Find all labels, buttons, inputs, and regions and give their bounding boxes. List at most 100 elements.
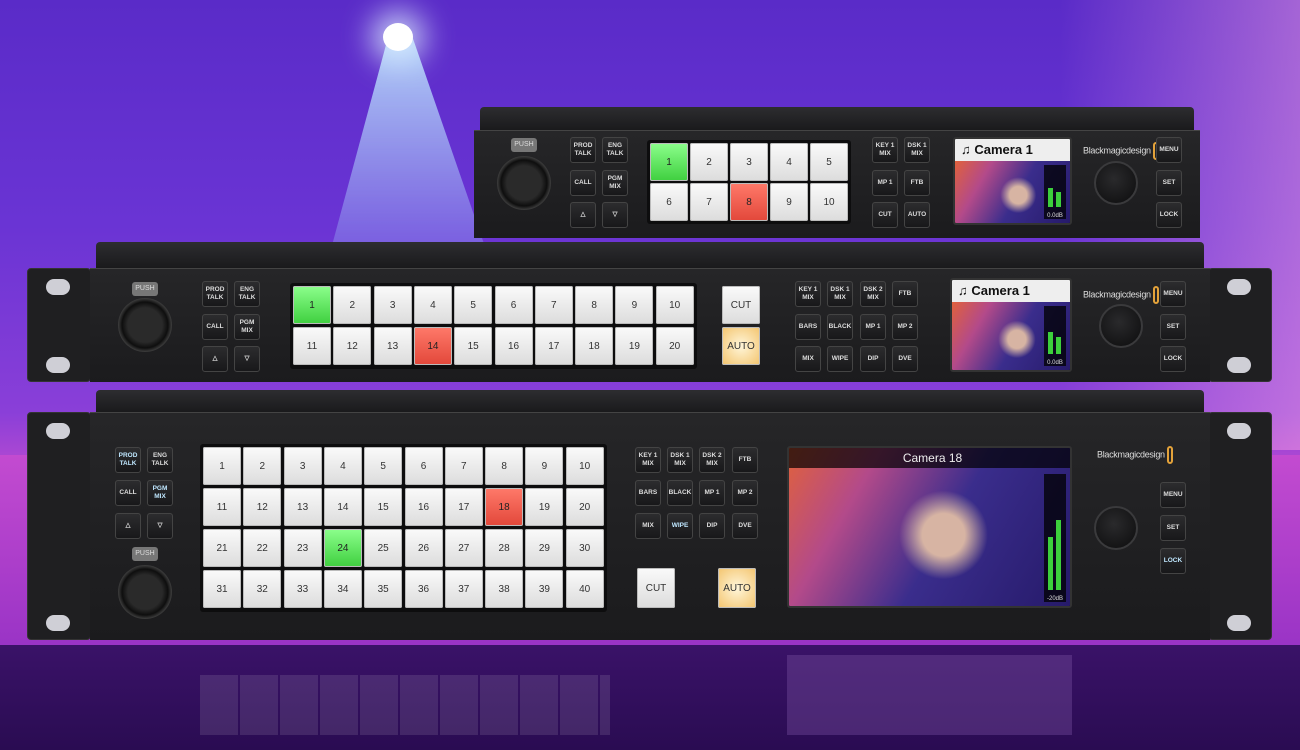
large-source-button-20[interactable]: 20	[565, 488, 604, 526]
small-xlr-push-latch[interactable]: PUSH	[511, 138, 537, 152]
large-source-button-27[interactable]: 27	[444, 529, 483, 567]
medium-transition-button[interactable]: WIPE	[827, 346, 853, 372]
small-source-button-2[interactable]: 2	[690, 143, 728, 181]
large-auto-button[interactable]: AUTO	[718, 568, 756, 608]
large-source-button-35[interactable]: 35	[364, 570, 403, 608]
large-source-button-2[interactable]: 2	[243, 447, 282, 485]
medium-source-button-18[interactable]: 18	[575, 327, 614, 365]
large-source-button-37[interactable]: 37	[444, 570, 483, 608]
medium-talk-button[interactable]: ▽	[234, 346, 260, 372]
small-transition-button[interactable]: FTB	[904, 170, 930, 196]
small-talk-button[interactable]: PGM MIX	[602, 170, 628, 196]
large-talk-button[interactable]: CALL	[115, 480, 141, 506]
medium-transition-button[interactable]: DVE	[892, 346, 918, 372]
large-source-button-1[interactable]: 1	[203, 447, 241, 485]
large-source-button-31[interactable]: 31	[203, 570, 241, 608]
small-source-button-1[interactable]: 1	[650, 143, 688, 181]
large-talk-button[interactable]: ENG TALK	[147, 447, 173, 473]
medium-source-button-10[interactable]: 10	[655, 286, 694, 324]
large-menu-button-set[interactable]: SET	[1160, 515, 1186, 541]
small-transition-button[interactable]: CUT	[872, 202, 898, 228]
medium-talk-button[interactable]: CALL	[202, 314, 228, 340]
large-talk-button[interactable]: PGM MIX	[147, 480, 173, 506]
large-source-button-22[interactable]: 22	[243, 529, 282, 567]
large-transition-button[interactable]: BARS	[635, 480, 661, 506]
large-source-button-18[interactable]: 18	[485, 488, 524, 526]
large-talk-button[interactable]: △	[115, 513, 141, 539]
medium-transition-button[interactable]: MP 1	[860, 314, 886, 340]
medium-cut-button[interactable]: CUT	[722, 286, 760, 324]
small-transition-button[interactable]: KEY 1 MIX	[872, 137, 898, 163]
small-source-button-4[interactable]: 4	[770, 143, 808, 181]
medium-source-button-4[interactable]: 4	[413, 286, 452, 324]
medium-transition-button[interactable]: KEY 1 MIX	[795, 281, 821, 307]
medium-transition-button[interactable]: DSK 1 MIX	[827, 281, 853, 307]
large-source-button-33[interactable]: 33	[283, 570, 322, 608]
medium-transition-button[interactable]: BARS	[795, 314, 821, 340]
large-source-button-3[interactable]: 3	[283, 447, 322, 485]
large-source-button-30[interactable]: 30	[565, 529, 604, 567]
large-source-button-36[interactable]: 36	[404, 570, 443, 608]
large-transition-button[interactable]: DIP	[699, 513, 725, 539]
medium-source-button-17[interactable]: 17	[534, 327, 573, 365]
medium-talk-button[interactable]: PROD TALK	[202, 281, 228, 307]
small-menu-button-set[interactable]: SET	[1156, 170, 1182, 196]
large-transition-button[interactable]: DSK 1 MIX	[667, 447, 693, 473]
medium-headset-xlr-connector[interactable]	[118, 298, 172, 352]
large-source-button-32[interactable]: 32	[243, 570, 282, 608]
large-source-button-14[interactable]: 14	[323, 488, 362, 526]
large-source-button-21[interactable]: 21	[203, 529, 241, 567]
large-source-button-15[interactable]: 15	[364, 488, 403, 526]
large-transition-button[interactable]: MP 2	[732, 480, 758, 506]
medium-xlr-push-latch[interactable]: PUSH	[132, 282, 158, 296]
large-transition-button[interactable]: MIX	[635, 513, 661, 539]
large-source-button-5[interactable]: 5	[364, 447, 403, 485]
small-talk-button[interactable]: ▽	[602, 202, 628, 228]
small-transition-button[interactable]: MP 1	[872, 170, 898, 196]
medium-source-button-19[interactable]: 19	[615, 327, 654, 365]
medium-source-button-13[interactable]: 13	[373, 327, 412, 365]
medium-source-button-9[interactable]: 9	[615, 286, 654, 324]
medium-source-button-15[interactable]: 15	[454, 327, 493, 365]
large-source-button-34[interactable]: 34	[323, 570, 362, 608]
large-headset-xlr-connector[interactable]	[118, 565, 172, 619]
medium-menu-button-menu[interactable]: MENU	[1160, 281, 1186, 307]
small-control-knob[interactable]	[1094, 161, 1138, 205]
large-menu-button-menu[interactable]: MENU	[1160, 482, 1186, 508]
medium-source-button-2[interactable]: 2	[333, 286, 372, 324]
medium-source-button-5[interactable]: 5	[454, 286, 493, 324]
small-source-button-6[interactable]: 6	[650, 183, 688, 221]
large-source-button-38[interactable]: 38	[485, 570, 524, 608]
small-talk-button[interactable]: CALL	[570, 170, 596, 196]
large-source-button-26[interactable]: 26	[404, 529, 443, 567]
medium-source-button-14[interactable]: 14	[413, 327, 452, 365]
small-talk-button[interactable]: △	[570, 202, 596, 228]
large-source-button-28[interactable]: 28	[485, 529, 524, 567]
large-cut-button[interactable]: CUT	[637, 568, 675, 608]
large-source-button-39[interactable]: 39	[525, 570, 564, 608]
large-source-button-24[interactable]: 24	[323, 529, 362, 567]
medium-talk-button[interactable]: PGM MIX	[234, 314, 260, 340]
small-headset-xlr-connector[interactable]	[497, 156, 551, 210]
large-transition-button[interactable]: FTB	[732, 447, 758, 473]
medium-source-button-3[interactable]: 3	[373, 286, 412, 324]
medium-source-button-20[interactable]: 20	[655, 327, 694, 365]
small-transition-button[interactable]: DSK 1 MIX	[904, 137, 930, 163]
large-source-button-10[interactable]: 10	[565, 447, 604, 485]
large-xlr-push-latch[interactable]: PUSH	[132, 547, 158, 561]
medium-auto-button[interactable]: AUTO	[722, 327, 760, 365]
large-source-button-19[interactable]: 19	[525, 488, 564, 526]
large-transition-button[interactable]: BLACK	[667, 480, 693, 506]
medium-source-button-12[interactable]: 12	[333, 327, 372, 365]
small-source-button-5[interactable]: 5	[810, 143, 848, 181]
large-control-knob[interactable]	[1094, 506, 1138, 550]
large-transition-button[interactable]: WIPE	[667, 513, 693, 539]
large-source-button-11[interactable]: 11	[203, 488, 241, 526]
medium-transition-button[interactable]: BLACK	[827, 314, 853, 340]
small-source-button-7[interactable]: 7	[690, 183, 728, 221]
large-source-button-7[interactable]: 7	[444, 447, 483, 485]
medium-source-button-6[interactable]: 6	[494, 286, 533, 324]
small-talk-button[interactable]: PROD TALK	[570, 137, 596, 163]
small-talk-button[interactable]: ENG TALK	[602, 137, 628, 163]
large-source-button-16[interactable]: 16	[404, 488, 443, 526]
